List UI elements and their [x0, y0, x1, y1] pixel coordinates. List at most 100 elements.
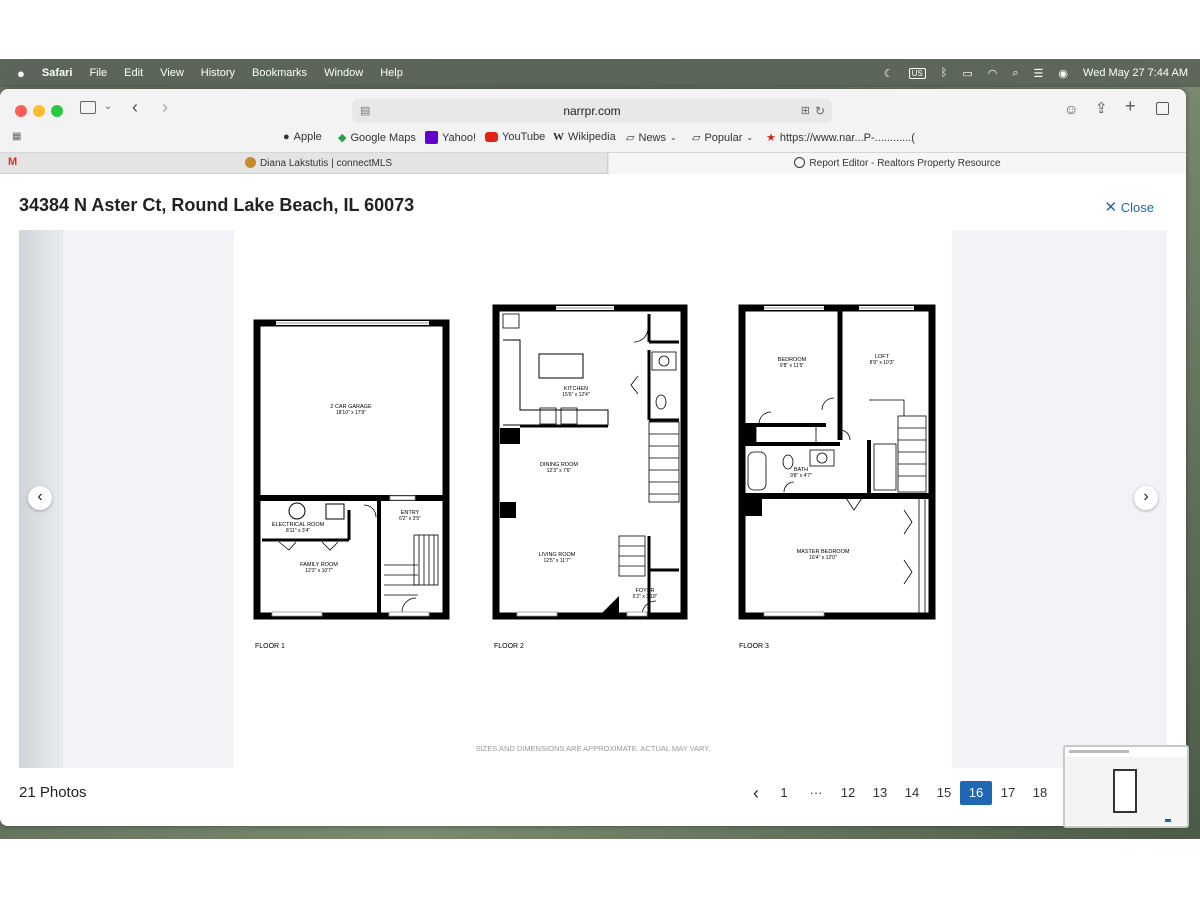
floor-1-plan [253, 319, 450, 620]
chevron-down-icon[interactable]: ⌄ [104, 101, 112, 112]
menu-view[interactable]: View [160, 67, 184, 79]
disclaimer: SIZES AND DIMENSIONS ARE APPROXIMATE. AC… [476, 744, 711, 753]
pager-page[interactable]: 18 [1024, 781, 1056, 805]
pager-page[interactable]: 14 [896, 781, 928, 805]
input-source-badge[interactable]: US [908, 67, 926, 79]
back-icon[interactable]: ‹ [132, 97, 138, 118]
reload-icon[interactable]: ↻ [815, 99, 825, 123]
url-text: narrpr.com [563, 104, 621, 118]
pager-prev-icon[interactable]: ‹ [744, 781, 768, 805]
menu-history[interactable]: History [201, 67, 235, 79]
floor-label: FLOOR 3 [739, 643, 769, 650]
sidebar-icon[interactable] [80, 101, 96, 114]
pager-page[interactable]: 1 [768, 781, 800, 805]
pager-page[interactable]: 12 [832, 781, 864, 805]
menu-clock[interactable]: Wed May 27 7:44 AM [1083, 67, 1188, 79]
fav-news-folder[interactable]: ▱ News ⌄ [626, 131, 677, 145]
room-dims: 6'2" x 3'5" [399, 516, 421, 522]
zoom-window-button[interactable] [51, 105, 63, 117]
pager-page[interactable]: 15 [928, 781, 960, 805]
share-icon[interactable]: ⇪ [1095, 99, 1108, 117]
grid-icon[interactable]: ▦ [12, 131, 21, 142]
room-dims: 12'3" x 10'7" [305, 568, 333, 574]
photo-modal: 34384 N Aster Ct, Round Lake Beach, IL 6… [0, 174, 1186, 826]
floor-label: FLOOR 1 [255, 643, 285, 650]
fav-yahoo[interactable]: Yahoo! [425, 131, 476, 144]
menu-edit[interactable]: Edit [124, 67, 143, 79]
fav-label: News [638, 131, 666, 144]
fav-youtube[interactable]: YouTube [485, 131, 545, 143]
close-window-button[interactable] [15, 105, 27, 117]
tab-report-editor[interactable]: Report Editor - Realtors Property Resour… [609, 153, 1186, 174]
fav-popular-folder[interactable]: ▱ Popular ⌄ [692, 131, 754, 145]
moon-icon[interactable]: ☾ [884, 67, 894, 80]
fav-label: YouTube [502, 131, 546, 143]
fav-apple[interactable]: ● Apple [283, 131, 322, 143]
fav-label: Yahoo! [442, 131, 477, 144]
star-icon: ★ [766, 132, 776, 144]
bluetooth-icon[interactable]: ᛒ [941, 67, 948, 79]
wikipedia-icon: W [553, 131, 564, 143]
forward-icon[interactable]: › [162, 97, 168, 118]
folder-icon: ▱ [692, 132, 701, 144]
room-dims: 9'8" x 11'5" [780, 363, 804, 369]
close-icon: ✕ [1104, 199, 1118, 216]
youtube-icon [485, 132, 498, 142]
address-bar[interactable]: ▤ narrpr.com ⊞ ↻ [352, 99, 832, 123]
tab-overview-icon[interactable] [1156, 102, 1169, 115]
pager-ellipsis: ··· [809, 785, 823, 800]
screen: ● Safari File Edit View History Bookmark… [0, 0, 1200, 900]
thumbnail-title-line [1069, 750, 1129, 753]
room-dims: 6'2" x 3'10" [633, 594, 658, 600]
menu-window[interactable]: Window [324, 67, 363, 79]
menu-bookmarks[interactable]: Bookmarks [252, 67, 307, 79]
previous-photo-button[interactable]: ‹ [28, 486, 52, 510]
room-dims: 8'9" x 10'3" [870, 360, 895, 366]
fav-google-maps[interactable]: ◆ Google Maps [338, 131, 416, 145]
room-dims: 15'6" x 12'4" [562, 392, 590, 398]
siri-icon[interactable]: ◉ [1058, 67, 1068, 80]
room-dims: 9'8" x 4'7" [790, 473, 812, 479]
search-icon[interactable]: ⌕ [1012, 67, 1018, 80]
fav-narrpr[interactable]: ★ https://www.nar...P-............( [766, 131, 915, 145]
close-label: Close [1120, 200, 1154, 215]
screenshot-thumbnail[interactable] [1063, 745, 1189, 828]
chevron-left-icon: ‹ [37, 488, 43, 505]
tab-connectmls[interactable]: Diana Lakstutis | connectMLS [30, 153, 608, 174]
map-pin-icon: ◆ [338, 132, 347, 144]
tab-bar: M Diana Lakstutis | connectMLS Report Ed… [0, 152, 1186, 174]
control-center-icon[interactable]: ☰ [1034, 67, 1044, 80]
minimize-window-button[interactable] [33, 105, 45, 117]
menu-bar: ● Safari File Edit View History Bookmark… [0, 59, 1200, 87]
pager-page-active[interactable]: 16 [960, 781, 992, 805]
close-button[interactable]: ✕ Close [1105, 198, 1154, 216]
room-dims: 12'3" x 7'6" [547, 468, 572, 474]
fav-wikipedia[interactable]: W Wikipedia [553, 131, 616, 143]
pager-page[interactable]: 17 [992, 781, 1024, 805]
gmail-icon[interactable]: M [8, 156, 17, 168]
chevron-down-icon: ⌄ [746, 133, 754, 142]
photo-viewer: 2 CAR GARAGE 18'10" x 17'9" ELECTRICAL R… [19, 230, 1167, 768]
wifi-icon[interactable]: ◠ [988, 67, 998, 80]
browser-window: ⌄ ‹ › ▤ narrpr.com ⊞ ↻ ☺ ⇪ + ▦ ● Apple ◆ G… [0, 89, 1186, 826]
menu-help[interactable]: Help [380, 67, 403, 79]
fav-label: Popular [704, 131, 743, 144]
menu-app-name[interactable]: Safari [42, 67, 73, 79]
new-tab-icon[interactable]: + [1125, 96, 1136, 117]
yahoo-icon [425, 131, 438, 144]
tab-label: Diana Lakstutis | connectMLS [259, 158, 393, 169]
menu-file[interactable]: File [89, 67, 107, 79]
pager-page[interactable]: 13 [864, 781, 896, 805]
floor-3-plan [738, 304, 936, 620]
room-dims: 16'4" x 12'0" [809, 555, 837, 561]
extension-icon[interactable]: ☺ [1064, 101, 1078, 117]
floor-2-plan [492, 304, 688, 620]
photo-count: 21 Photos [19, 784, 87, 801]
next-photo-button[interactable]: › [1134, 486, 1158, 510]
apple-icon[interactable]: ● [17, 66, 25, 81]
battery-icon[interactable]: ▭ [962, 67, 972, 80]
thumbnail-floorplan [1113, 769, 1137, 813]
floor-label: FLOOR 2 [494, 643, 524, 650]
browser-toolbar: ⌄ ‹ › ▤ narrpr.com ⊞ ↻ ☺ ⇪ + ▦ ● Apple ◆ G… [0, 89, 1186, 152]
translate-icon[interactable]: ⊞ [801, 99, 810, 123]
